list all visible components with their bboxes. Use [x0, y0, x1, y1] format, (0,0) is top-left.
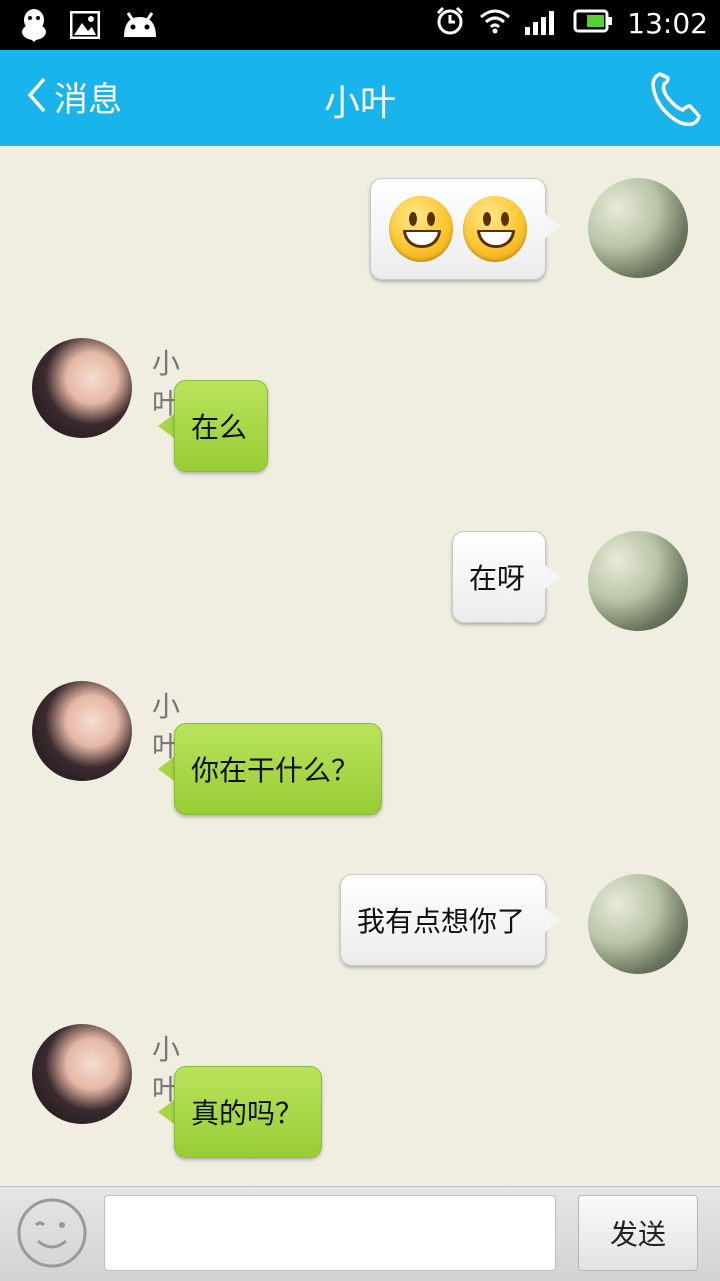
input-bar: 发送: [0, 1186, 720, 1281]
clock-time: 13:02: [627, 6, 708, 40]
avatar[interactable]: [32, 338, 132, 438]
wifi-icon: [479, 8, 511, 38]
qq-penguin-icon: [20, 8, 48, 46]
page-title: 小叶: [323, 83, 396, 124]
signal-icon: [525, 7, 559, 39]
message-bubble-me[interactable]: 我有点想你了: [340, 874, 546, 966]
emoji-button[interactable]: [16, 1197, 88, 1273]
avatar[interactable]: [588, 178, 688, 278]
message-bubble-her[interactable]: 真的吗？: [174, 1066, 322, 1158]
alarm-icon: [435, 6, 465, 40]
wink-face-icon: [16, 1198, 88, 1273]
status-bar: 13:02: [0, 0, 720, 50]
avatar[interactable]: [32, 1024, 132, 1124]
message-input[interactable]: [104, 1195, 556, 1271]
android-icon: [122, 11, 158, 43]
smiley-icon: [389, 196, 453, 262]
gallery-icon: [69, 10, 101, 43]
smiley-icon: [463, 196, 527, 262]
nav-bar: 消息 小叶: [0, 50, 720, 146]
avatar[interactable]: [588, 874, 688, 974]
avatar[interactable]: [588, 531, 688, 631]
phone-icon: [648, 72, 704, 132]
avatar[interactable]: [32, 681, 132, 781]
battery-icon: [573, 8, 613, 38]
send-button[interactable]: 发送: [578, 1195, 698, 1271]
message-bubble-me[interactable]: [370, 178, 546, 280]
message-bubble-me[interactable]: 在呀: [452, 531, 546, 623]
message-bubble-her[interactable]: 你在干什么？: [174, 723, 382, 815]
message-bubble-her[interactable]: 在么: [174, 380, 268, 472]
call-button[interactable]: [648, 68, 704, 132]
